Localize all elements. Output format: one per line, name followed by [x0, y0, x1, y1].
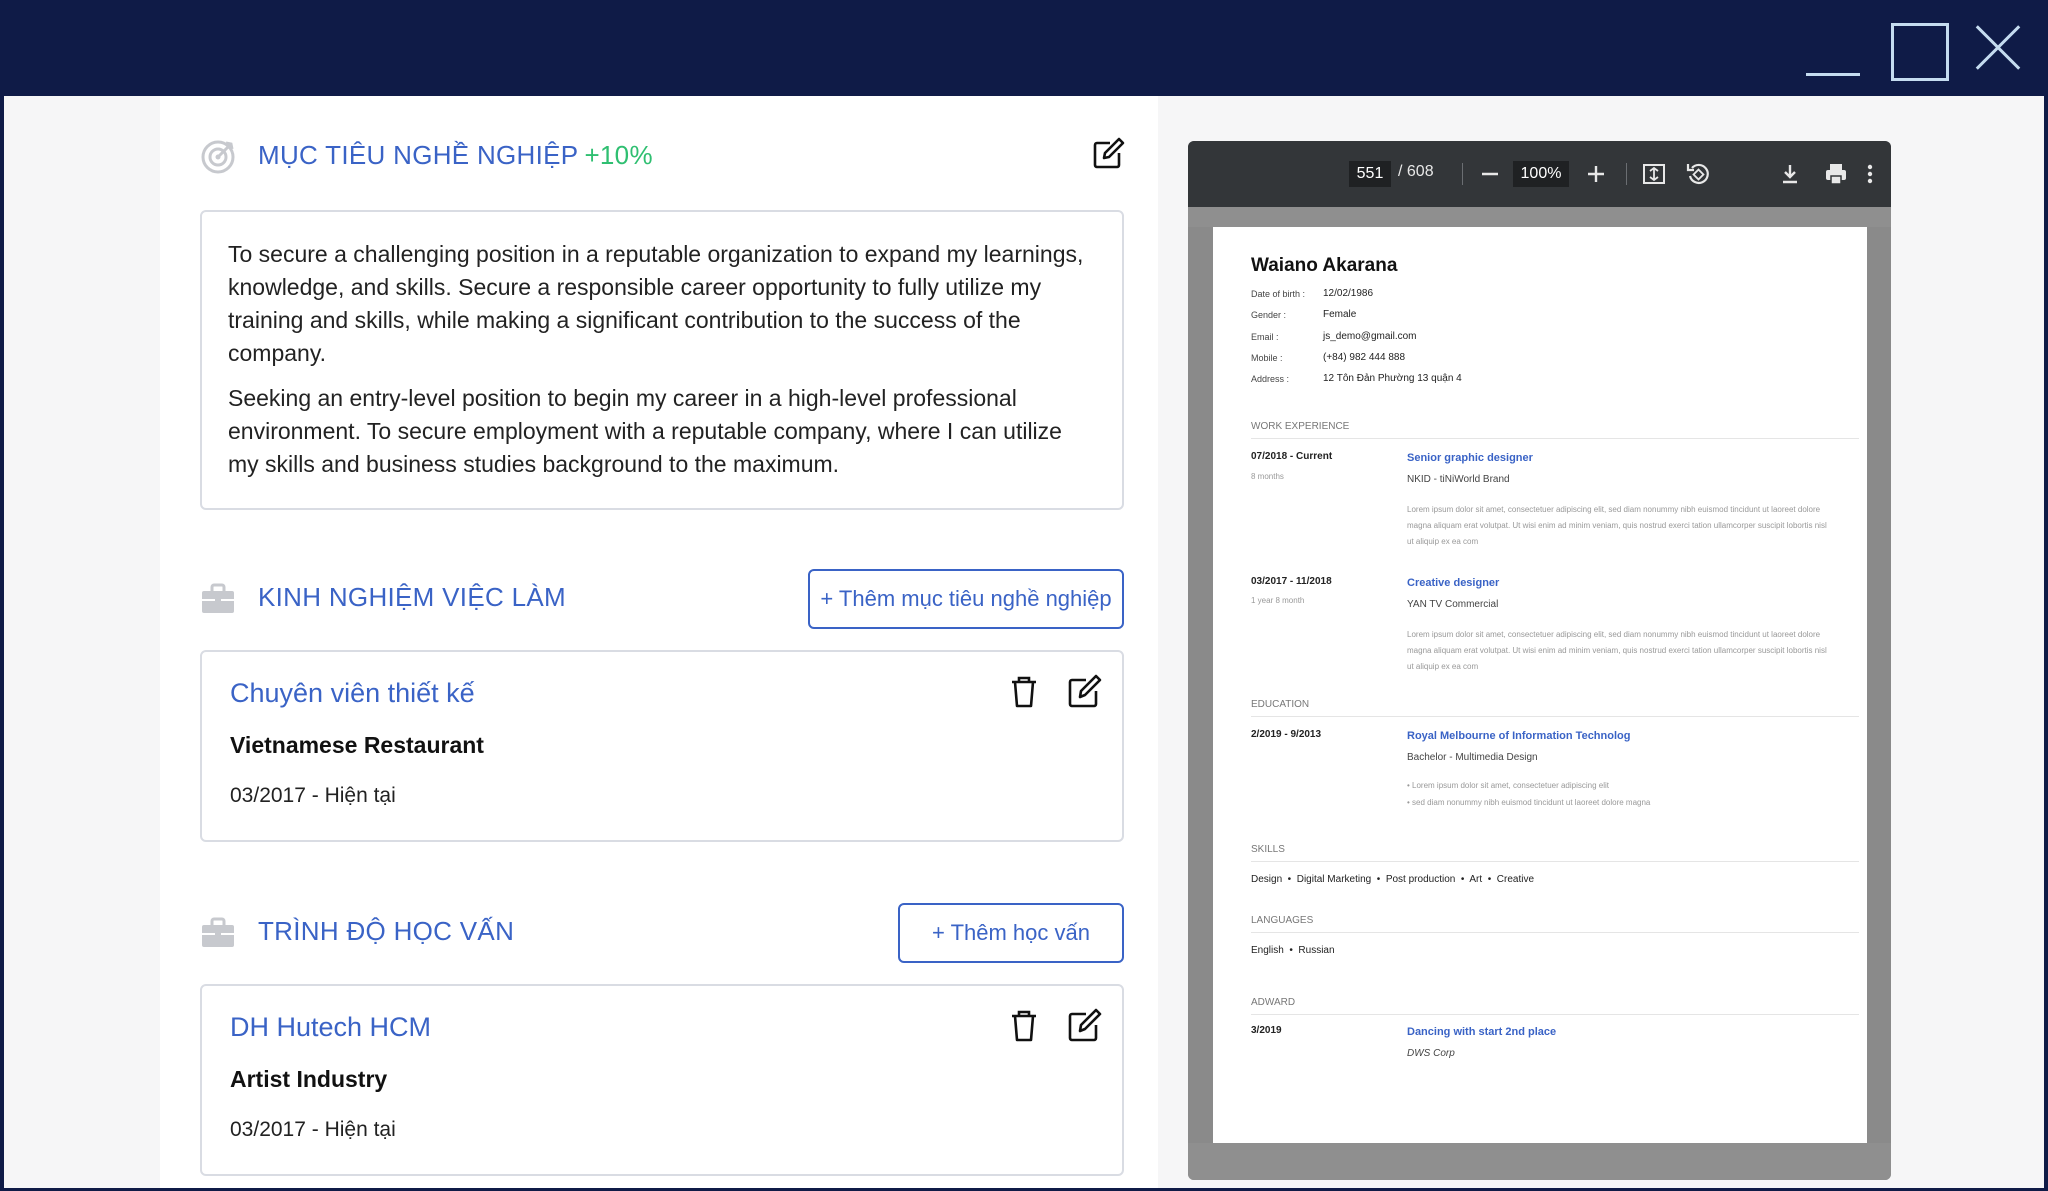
- work-duration: 1 year 8 month: [1251, 596, 1305, 605]
- zoom-level[interactable]: 100%: [1513, 161, 1569, 187]
- viewer-gutter: [1188, 207, 1891, 227]
- edu-degree: Bachelor - Multimedia Design: [1407, 752, 1538, 763]
- education-section-title: EDUCATION: [1251, 699, 1310, 710]
- more-options-icon[interactable]: [1856, 160, 1884, 188]
- work-org: NKID - tiNiWorld Brand: [1407, 474, 1510, 485]
- experience-period: 03/2017 - Hiện tại: [230, 784, 396, 807]
- edit-objective-icon[interactable]: [1090, 136, 1126, 172]
- info-value: (+84) 982 444 888: [1323, 352, 1406, 363]
- work-date: 07/2018 - Current: [1251, 451, 1333, 462]
- languages-section-title: LANGUAGES: [1251, 915, 1314, 926]
- title-bar: [0, 0, 2048, 96]
- work-section-title: WORK EXPERIENCE: [1251, 421, 1350, 432]
- info-value: 12/02/1986: [1323, 288, 1374, 299]
- edit-icon[interactable]: [1064, 1006, 1104, 1046]
- objective-paragraph: Seeking an entry-level position to begin…: [228, 385, 1062, 477]
- resume-page: Waiano Akarana Date of birth : 12/02/198…: [1213, 227, 1867, 1143]
- info-label: Gender :: [1251, 310, 1287, 320]
- print-icon[interactable]: [1822, 160, 1850, 188]
- work-duration: 8 months: [1251, 472, 1284, 481]
- award-org: DWS Corp: [1407, 1048, 1455, 1059]
- work-org: YAN TV Commercial: [1407, 599, 1499, 610]
- info-value: 12 Tôn Đản Phường 13 quận 4: [1323, 373, 1462, 384]
- resume-name: Waiano Akarana: [1251, 255, 1398, 276]
- cv-editor: MỤC TIÊU NGHỀ NGHIỆP +10% To secure a cha…: [160, 96, 1158, 1188]
- section-rule: [1251, 932, 1859, 933]
- edu-date: 2/2019 - 9/2013: [1251, 729, 1322, 740]
- toolbar-divider: [1462, 163, 1463, 185]
- experience-job-title: Chuyên viên thiết kế: [230, 678, 475, 708]
- briefcase-icon: [202, 583, 234, 613]
- zoom-in-icon[interactable]: [1582, 160, 1610, 188]
- trash-icon[interactable]: [1004, 1006, 1044, 1046]
- edu-school: Royal Melbourne of Information Technolog: [1407, 730, 1631, 742]
- work-role: Creative designer: [1407, 577, 1500, 589]
- section-rule: [1251, 438, 1859, 439]
- zoom-out-icon[interactable]: [1476, 160, 1504, 188]
- page-total: / 608: [1398, 163, 1434, 180]
- edu-bullet: • Lorem ipsum dolor sit amet, consectetu…: [1407, 781, 1610, 790]
- education-card[interactable]: DH Hutech HCM Artist Industry 03/2017 - …: [200, 984, 1124, 1176]
- trash-icon[interactable]: [1004, 672, 1044, 712]
- section-rule: [1251, 716, 1859, 717]
- experience-card[interactable]: Chuyên viên thiết kế Vietnamese Restaura…: [200, 650, 1124, 842]
- toolbar-divider: [1626, 163, 1627, 185]
- languages-list: English • Russian: [1251, 945, 1335, 956]
- minimize-icon[interactable]: [1804, 34, 1864, 80]
- education-period: 03/2017 - Hiện tại: [230, 1118, 396, 1141]
- edu-bullet: • sed diam nonummy nibh euismod tincidun…: [1407, 798, 1651, 807]
- work-description: Lorem ipsum dolor sit amet, consectetuer…: [1407, 630, 1827, 671]
- add-education-button[interactable]: + Thêm học vấn: [898, 903, 1124, 963]
- page-number-input[interactable]: 551: [1349, 161, 1391, 187]
- award-name: Dancing with start 2nd place: [1407, 1026, 1557, 1038]
- objective-progress: +10%: [584, 140, 653, 170]
- info-label: Mobile :: [1251, 353, 1283, 363]
- fit-page-icon[interactable]: [1640, 160, 1668, 188]
- maximize-icon[interactable]: [1888, 20, 1949, 81]
- objective-header: MỤC TIÊU NGHỀ NGHIỆP +10%: [200, 126, 1125, 188]
- section-rule: [1251, 861, 1859, 862]
- objective-paragraph: To secure a challenging position in a re…: [228, 241, 1084, 366]
- education-major: Artist Industry: [230, 1066, 388, 1092]
- info-label: Email :: [1251, 332, 1279, 342]
- info-label: Address :: [1251, 374, 1290, 384]
- objective-title: MỤC TIÊU NGHỀ NGHIỆP +10%: [258, 140, 653, 170]
- close-icon[interactable]: [1966, 16, 2030, 80]
- experience-company: Vietnamese Restaurant: [230, 732, 484, 758]
- pdf-toolbar: 551 / 608 100%: [1188, 141, 1891, 207]
- section-rule: [1251, 1014, 1859, 1015]
- content-area: MỤC TIÊU NGHỀ NGHIỆP +10% To secure a cha…: [4, 96, 2044, 1188]
- target-icon: [201, 140, 235, 174]
- work-date: 03/2017 - 11/2018: [1251, 576, 1332, 587]
- work-role: Senior graphic designer: [1407, 452, 1533, 464]
- edit-icon[interactable]: [1064, 672, 1104, 712]
- experience-title: KINH NGHIỆM VIỆC LÀM: [258, 582, 566, 612]
- education-title: TRÌNH ĐỘ HỌC VẤN: [258, 916, 515, 946]
- info-value: Female: [1323, 309, 1357, 320]
- download-icon[interactable]: [1776, 160, 1804, 188]
- add-experience-button[interactable]: + Thêm mục tiêu nghề nghiệp: [808, 569, 1124, 629]
- award-date: 3/2019: [1251, 1025, 1282, 1036]
- education-school: DH Hutech HCM: [230, 1012, 432, 1042]
- skills-section-title: SKILLS: [1251, 844, 1285, 855]
- work-description: Lorem ipsum dolor sit amet, consectetuer…: [1407, 505, 1827, 546]
- rotate-icon[interactable]: [1684, 160, 1712, 188]
- viewer-gutter: [1188, 1143, 1891, 1180]
- award-section-title: ADWARD: [1251, 997, 1296, 1008]
- info-value: js_demo@gmail.com: [1323, 331, 1417, 342]
- pdf-viewer: 551 / 608 100% Waiano Akarana Date of bi…: [1188, 141, 1891, 1180]
- info-label: Date of birth :: [1251, 289, 1306, 299]
- briefcase-icon: [202, 917, 234, 947]
- skills-list: Design • Digital Marketing • Post produc…: [1251, 874, 1535, 885]
- objective-card[interactable]: To secure a challenging position in a re…: [200, 210, 1124, 510]
